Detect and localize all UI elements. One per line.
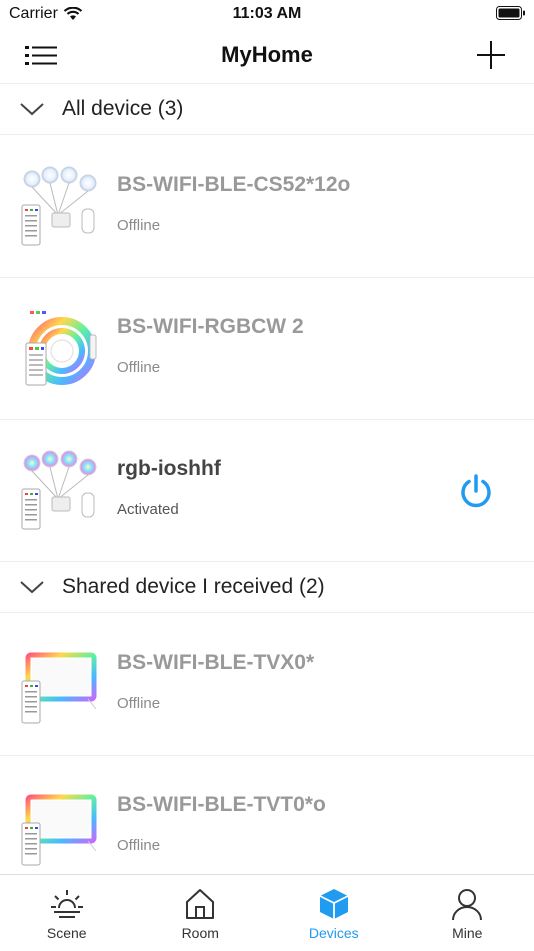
- device-name: rgb-ioshhf: [117, 457, 221, 481]
- tab-room[interactable]: Room: [134, 875, 268, 951]
- device-row[interactable]: rgb-ioshhf Activated: [0, 419, 534, 562]
- sun-horizon-icon: [50, 887, 84, 921]
- battery-icon: [496, 6, 526, 21]
- device-name: BS-WIFI-BLE-TVT0*o: [117, 793, 326, 817]
- page-title: MyHome: [0, 42, 534, 68]
- device-name: BS-WIFI-RGBCW 2: [117, 315, 304, 339]
- cube-icon: [317, 887, 351, 921]
- device-status: Offline: [117, 217, 160, 234]
- section-label: All device (3): [62, 97, 183, 121]
- power-icon[interactable]: [458, 473, 494, 509]
- device-status: Offline: [117, 359, 160, 376]
- tab-label: Mine: [452, 925, 482, 941]
- add-icon[interactable]: [475, 39, 507, 71]
- person-icon: [450, 887, 484, 921]
- device-row[interactable]: BS-WIFI-RGBCW 2 Offline: [0, 277, 534, 420]
- section-header-all-devices[interactable]: All device (3): [0, 84, 534, 135]
- tab-label: Room: [182, 925, 219, 941]
- tab-mine[interactable]: Mine: [401, 875, 534, 951]
- chevron-down-icon: [20, 580, 44, 594]
- device-thumbnail: [18, 165, 100, 249]
- chevron-down-icon: [20, 102, 44, 116]
- clock: 11:03 AM: [0, 5, 534, 23]
- tab-label: Devices: [309, 925, 359, 941]
- device-thumbnail: [18, 785, 100, 869]
- device-row[interactable]: BS-WIFI-BLE-TVX0* Offline: [0, 613, 534, 756]
- nav-bar: MyHome: [0, 30, 534, 84]
- device-row[interactable]: BS-WIFI-BLE-CS52*12o Offline: [0, 135, 534, 278]
- tab-scene[interactable]: Scene: [0, 875, 134, 951]
- tab-devices[interactable]: Devices: [267, 875, 401, 951]
- tab-label: Scene: [47, 925, 87, 941]
- tab-bar: Scene Room Devices Mine: [0, 874, 534, 951]
- device-thumbnail: [18, 643, 100, 727]
- status-bar: Carrier 11:03 AM: [0, 0, 534, 30]
- device-name: BS-WIFI-BLE-TVX0*: [117, 651, 314, 675]
- section-header-shared-devices[interactable]: Shared device I received (2): [0, 562, 534, 613]
- device-status: Offline: [117, 837, 160, 854]
- device-status: Activated: [117, 501, 179, 518]
- device-name: BS-WIFI-BLE-CS52*12o: [117, 173, 350, 197]
- device-thumbnail: [18, 307, 100, 391]
- section-label: Shared device I received (2): [62, 575, 325, 599]
- device-thumbnail: [18, 449, 100, 533]
- device-status: Offline: [117, 695, 160, 712]
- house-icon: [183, 887, 217, 921]
